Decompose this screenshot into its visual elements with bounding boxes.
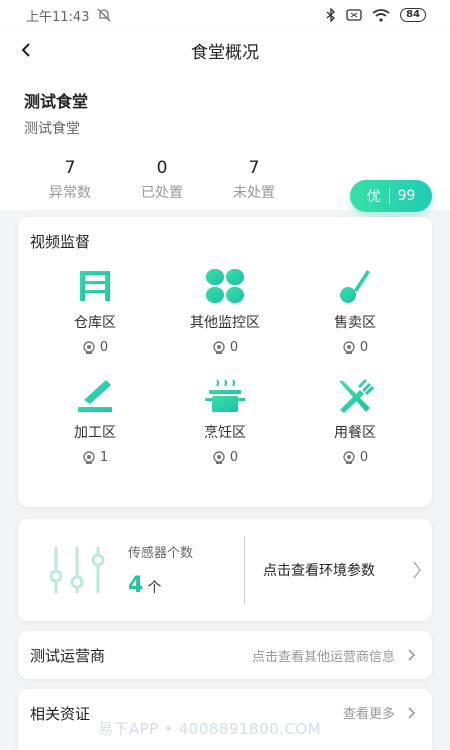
- operator-link: 点击查看其他运营商信息: [251, 649, 395, 665]
- battery-indicator: 84: [400, 8, 426, 22]
- nav-bar: 食堂概况: [0, 30, 450, 70]
- zone-camera-count: 0: [212, 450, 238, 465]
- camera-icon: [343, 340, 355, 354]
- camera-icon: [83, 340, 95, 354]
- sensor-card: 传感器个数 4 个 点击查看环境参数: [18, 519, 432, 621]
- zone-sales[interactable]: 售卖区 0: [290, 266, 420, 376]
- stat-unhandled[interactable]: 7 未处置: [208, 158, 300, 202]
- stat-label: 异常数: [49, 185, 91, 201]
- canteen-name: 测试食堂: [24, 92, 89, 111]
- fork-knife-icon: [335, 376, 375, 416]
- score-value: 99: [397, 188, 416, 204]
- sensor-label: 传感器个数: [128, 546, 194, 561]
- camera-icon: [213, 450, 225, 464]
- zone-camera-count: 0: [342, 340, 368, 355]
- score-grade: 优: [366, 189, 381, 205]
- zone-dining[interactable]: 用餐区 0: [290, 376, 420, 486]
- qualification-more-link: 查看更多: [342, 707, 395, 722]
- pot-icon: [205, 376, 245, 416]
- chevron-right-icon: [408, 649, 416, 661]
- zone-cooking[interactable]: 烹饪区 0: [160, 376, 290, 486]
- canteen-header: 测试食堂 测试食堂 7 异常数 0 已处置 7 未处置 优 99: [0, 70, 450, 212]
- zone-grid: 仓库区 0 其他监控区 0 售卖区 0 加工区 1 烹饪区 0 用餐区 0: [30, 266, 420, 486]
- zone-camera-count: 0: [212, 340, 238, 355]
- back-icon[interactable]: [14, 38, 38, 62]
- video-card-title: 视频监督: [30, 233, 91, 251]
- zone-warehouse[interactable]: 仓库区 0: [30, 266, 160, 376]
- operator-title: 测试运营商: [30, 646, 106, 665]
- ladle-icon: [335, 266, 375, 306]
- environment-params-link[interactable]: 点击查看环境参数: [245, 560, 432, 580]
- stat-label: 未处置: [233, 185, 275, 201]
- camera-icon: [213, 340, 225, 354]
- zone-label: 仓库区: [74, 315, 116, 331]
- zone-camera-count: 0: [342, 450, 368, 465]
- score-divider: [388, 188, 390, 204]
- sensor-count-value: 4: [128, 573, 144, 598]
- qualification-title: 相关资证: [30, 705, 91, 723]
- grid-icon: [205, 266, 245, 306]
- shelf-icon: [75, 266, 115, 306]
- zone-camera-count: 1: [82, 450, 108, 465]
- sliders-icon: [49, 546, 105, 594]
- watermark: 易下APP • 4008891800.COM: [98, 720, 322, 738]
- chevron-right-icon: [408, 706, 416, 719]
- sim-icon: [346, 9, 362, 21]
- camera-icon: [83, 450, 95, 464]
- zone-label: 加工区: [74, 425, 116, 441]
- wifi-icon: [372, 8, 390, 22]
- stat-value: 7: [248, 158, 260, 178]
- stat-value: 0: [156, 158, 168, 178]
- zone-other[interactable]: 其他监控区 0: [160, 266, 290, 376]
- operator-row[interactable]: 测试运营商 点击查看其他运营商信息: [18, 631, 432, 679]
- status-bar: 上午11:43 84: [0, 0, 450, 30]
- sensor-count-section: 传感器个数 4 个: [18, 519, 244, 621]
- stat-value: 7: [64, 158, 76, 178]
- bluetooth-icon: [326, 8, 336, 22]
- status-time: 上午11:43: [26, 9, 90, 25]
- zone-label: 用餐区: [334, 425, 376, 441]
- zone-processing[interactable]: 加工区 1: [30, 376, 160, 486]
- environment-params-label: 点击查看环境参数: [263, 563, 375, 579]
- stat-abnormal[interactable]: 7 异常数: [24, 158, 116, 202]
- stat-label: 已处置: [141, 185, 183, 201]
- zone-camera-count: 0: [82, 340, 108, 355]
- page-title: 食堂概况: [191, 42, 259, 63]
- video-supervision-card: 视频监督 仓库区 0 其他监控区 0 售卖区 0 加工区 1 烹饪区 0 用餐区…: [18, 217, 432, 507]
- mute-notification-icon: [98, 8, 111, 22]
- score-badge[interactable]: 优 99: [350, 180, 432, 212]
- camera-icon: [343, 450, 355, 464]
- sensor-count-unit: 个: [147, 580, 162, 596]
- stat-handled[interactable]: 0 已处置: [116, 158, 208, 202]
- canteen-subtitle: 测试食堂: [24, 121, 80, 137]
- zone-label: 其他监控区: [190, 315, 260, 331]
- zone-label: 售卖区: [334, 315, 376, 331]
- chevron-right-icon: [413, 561, 421, 579]
- zone-label: 烹饪区: [204, 425, 246, 441]
- knife-icon: [75, 376, 115, 416]
